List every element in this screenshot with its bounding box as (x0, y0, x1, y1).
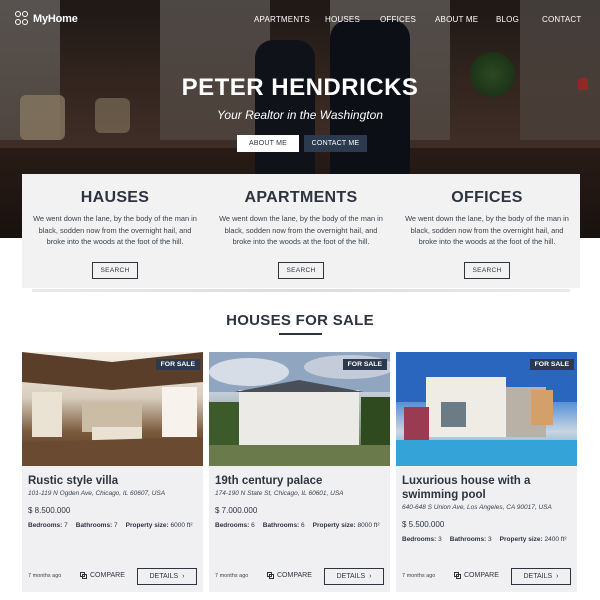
nav-apartments[interactable]: APARTMENTS (254, 15, 310, 24)
compare-icon (80, 572, 87, 579)
brand-logo[interactable]: MyHome (15, 11, 78, 27)
nav-about-me[interactable]: ABOUT ME (435, 15, 478, 24)
category-houses: HAUSES We went down the lane, by the bod… (22, 174, 208, 288)
panel-shadow (32, 289, 570, 292)
listing-price: $ 7.000.000 (215, 506, 258, 515)
compare-icon (454, 572, 461, 579)
listing-address: 101-119 N Ogden Ave, Chicago, IL 60607, … (28, 490, 166, 497)
details-button[interactable]: DETAILS › (511, 568, 571, 585)
listing-card[interactable]: FOR SALE Rustic style villa 101-119 N Og… (22, 352, 203, 592)
listing-age: 7 months ago (28, 573, 62, 579)
category-title: APARTMENTS (244, 189, 358, 206)
listing-name[interactable]: Luxurious house with a swimming pool (402, 474, 572, 502)
title-divider (279, 333, 322, 335)
details-button[interactable]: DETAILS › (324, 568, 384, 585)
listing-address: 640-648 S Union Ave, Los Angeles, CA 900… (402, 504, 552, 511)
home-logo-icon (15, 11, 30, 27)
listing-photo[interactable]: FOR SALE (22, 352, 203, 466)
listing-age: 7 months ago (215, 573, 249, 579)
category-text: We went down the lane, by the body of th… (405, 214, 569, 246)
compare-button[interactable]: COMPARE (80, 572, 125, 579)
listing-price: $ 5.500.000 (402, 520, 445, 529)
for-sale-badge: FOR SALE (529, 359, 574, 370)
category-title: HAUSES (80, 189, 150, 206)
for-sale-badge: FOR SALE (342, 359, 387, 370)
hero-subtitle: Your Realtor in the Washington (217, 108, 383, 122)
listing-price: $ 8.500.000 (28, 506, 71, 515)
nav-contact[interactable]: CONTACT (542, 15, 581, 24)
listing-name[interactable]: 19th century palace (215, 474, 385, 488)
category-apartments: APARTMENTS We went down the lane, by the… (208, 174, 394, 288)
chevron-right-icon: › (369, 573, 372, 580)
about-me-button[interactable]: ABOUT ME (237, 135, 299, 152)
compare-button[interactable]: COMPARE (454, 572, 499, 579)
listing-photo[interactable]: FOR SALE (396, 352, 577, 466)
compare-button[interactable]: COMPARE (267, 572, 312, 579)
brand-name: MyHome (33, 13, 78, 25)
nav-houses[interactable]: HOUSES (325, 15, 360, 24)
listing-address: 174-190 N State St, Chicago, IL 60601, U… (215, 490, 344, 497)
search-houses-button[interactable]: SEARCH (91, 261, 139, 279)
category-text: We went down the lane, by the body of th… (33, 214, 197, 246)
chevron-right-icon: › (556, 573, 559, 580)
listing-photo[interactable]: FOR SALE (209, 352, 390, 466)
contact-me-button[interactable]: CONTACT ME (304, 135, 367, 152)
nav-offices[interactable]: OFFICES (380, 15, 416, 24)
compare-icon (267, 572, 274, 579)
search-apartments-button[interactable]: SEARCH (277, 261, 325, 279)
listing-specs: Bedrooms: 7 Bathrooms: 7 Property size: … (28, 522, 193, 529)
section-title: HOUSES FOR SALE (226, 312, 374, 329)
hero-title: PETER HENDRICKS (181, 74, 419, 101)
search-offices-button[interactable]: SEARCH (463, 261, 511, 279)
nav-blog[interactable]: BLOG (496, 15, 519, 24)
listing-specs: Bedrooms: 6 Bathrooms: 6 Property size: … (215, 522, 380, 529)
listing-card[interactable]: FOR SALE Luxurious house with a swimming… (396, 352, 577, 592)
chevron-right-icon: › (182, 573, 185, 580)
category-title: OFFICES (451, 189, 523, 206)
listing-card[interactable]: FOR SALE 19th century palace 174-190 N S… (209, 352, 390, 592)
listing-specs: Bedrooms: 3 Bathrooms: 3 Property size: … (402, 536, 567, 543)
details-button[interactable]: DETAILS › (137, 568, 197, 585)
category-text: We went down the lane, by the body of th… (219, 214, 383, 246)
listing-age: 7 months ago (402, 573, 436, 579)
for-sale-badge: FOR SALE (155, 359, 200, 370)
category-offices: OFFICES We went down the lane, by the bo… (394, 174, 580, 288)
category-panel: HAUSES We went down the lane, by the bod… (22, 174, 580, 288)
listing-name[interactable]: Rustic style villa (28, 474, 198, 488)
